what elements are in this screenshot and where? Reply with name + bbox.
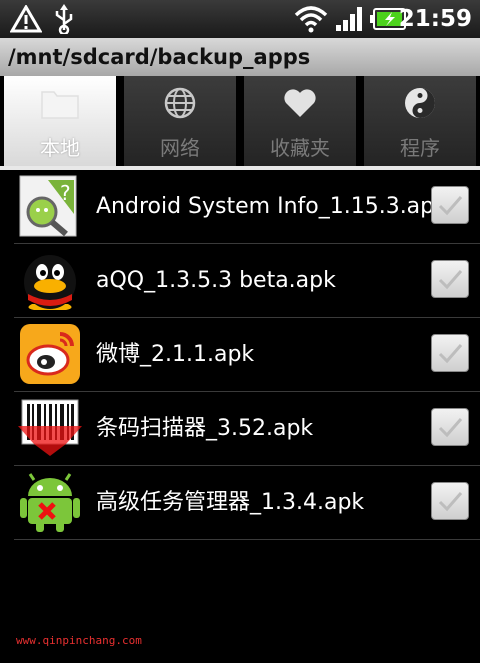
task-manager-icon (18, 470, 82, 534)
tab-bar: 本地 网络 收藏夹 程序 (0, 76, 480, 168)
globe-icon (163, 86, 197, 120)
list-item[interactable]: 条码扫描器_3.52.apk (14, 392, 480, 466)
tab-programs[interactable]: 程序 (364, 76, 476, 166)
warning-icon (10, 0, 42, 38)
signal-icon (336, 0, 364, 38)
list-item[interactable]: 微博_2.1.1.apk (14, 318, 480, 392)
qq-penguin-icon (18, 248, 82, 312)
tab-network[interactable]: 网络 (124, 76, 236, 166)
file-name: 条码扫描器_3.52.apk (96, 416, 314, 441)
yin-yang-icon (403, 86, 437, 120)
checkmark-icon (438, 418, 463, 438)
status-bar: 21:59 (0, 0, 480, 38)
tab-local[interactable]: 本地 (4, 76, 116, 166)
checkmark-icon (438, 270, 463, 290)
wifi-icon (294, 0, 328, 38)
list-item[interactable]: ? Android System Info_1.15.3.apk (14, 170, 480, 244)
weibo-icon (18, 322, 82, 386)
file-name: 高级任务管理器_1.3.4.apk (96, 490, 365, 515)
select-checkbox[interactable] (431, 482, 469, 520)
file-name: 微博_2.1.1.apk (96, 342, 255, 367)
watermark: www.qinpinchang.com (16, 634, 142, 647)
folder-icon (40, 86, 80, 120)
usb-icon (52, 0, 76, 38)
file-name: Android System Info_1.15.3.apk (96, 194, 447, 219)
svg-text:?: ? (60, 181, 71, 205)
checkmark-icon (438, 492, 463, 512)
list-item[interactable]: aQQ_1.3.5.3 beta.apk (14, 244, 480, 318)
checkmark-icon (438, 196, 463, 216)
select-checkbox[interactable] (431, 260, 469, 298)
select-checkbox[interactable] (431, 408, 469, 446)
clock: 21:59 (398, 6, 472, 32)
select-checkbox[interactable] (431, 186, 469, 224)
tab-favorites[interactable]: 收藏夹 (244, 76, 356, 166)
current-path: /mnt/sdcard/backup_apps (0, 38, 480, 76)
file-name: aQQ_1.3.5.3 beta.apk (96, 268, 336, 293)
file-list: ? Android System Info_1.15.3.apk aQQ_1.3… (14, 170, 480, 540)
checkmark-icon (438, 344, 463, 364)
select-checkbox[interactable] (431, 334, 469, 372)
android-system-info-icon: ? (18, 174, 82, 238)
barcode-scanner-icon (18, 396, 82, 460)
heart-icon (282, 86, 318, 120)
list-item[interactable]: 高级任务管理器_1.3.4.apk (14, 466, 480, 540)
